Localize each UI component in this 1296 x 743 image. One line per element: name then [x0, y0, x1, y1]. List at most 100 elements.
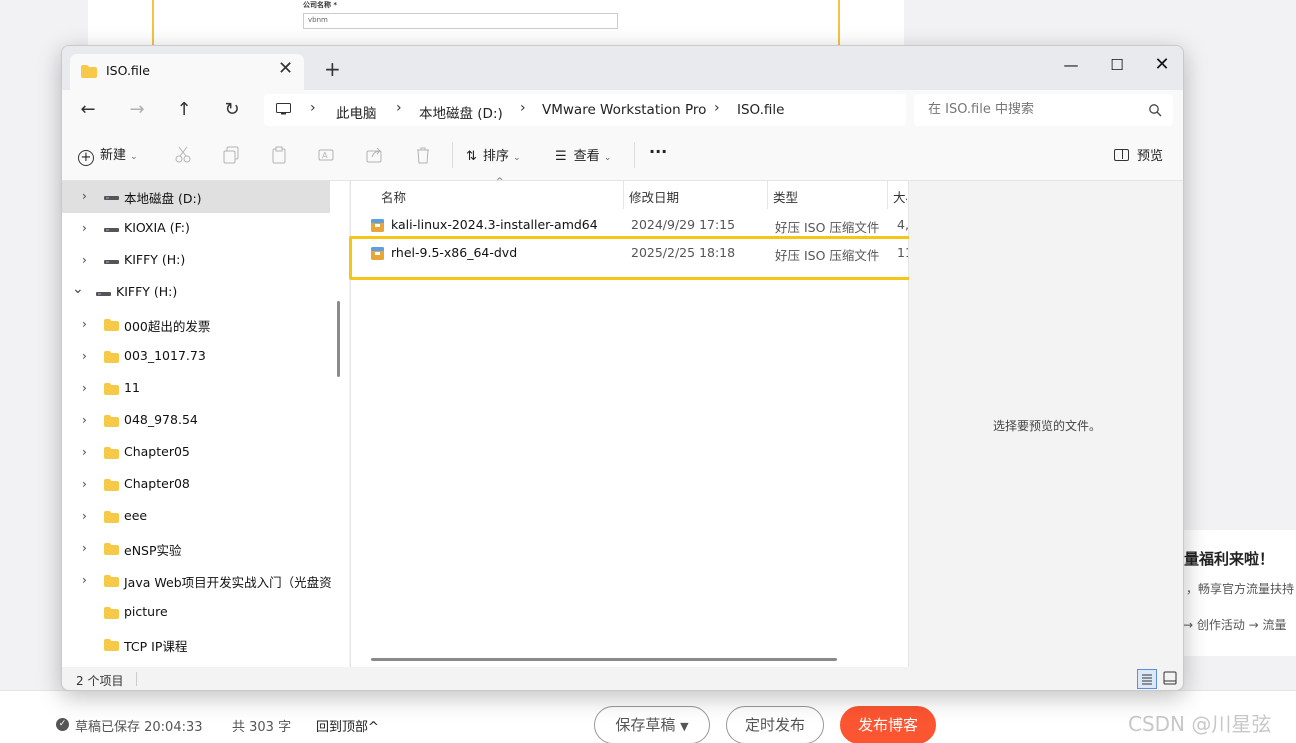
- back-to-top-link[interactable]: 回到顶部^: [316, 716, 379, 735]
- delete-icon[interactable]: [414, 146, 432, 164]
- chevron-right-icon[interactable]: ›: [82, 221, 87, 235]
- navigation-pane-scrollbar[interactable]: [332, 181, 348, 667]
- sort-button[interactable]: ⇅ 排序 ⌄: [466, 145, 521, 164]
- chevron-right-icon: ›: [396, 100, 402, 116]
- breadcrumb-vmware[interactable]: VMware Workstation Pro: [542, 102, 706, 118]
- plus-circle-icon: +: [78, 150, 94, 166]
- sort-indicator-icon: ^: [496, 177, 504, 187]
- search-input[interactable]: [928, 102, 1128, 117]
- tree-item[interactable]: ⌄ KIFFY (H:): [62, 277, 330, 309]
- address-bar[interactable]: › 此电脑 › 本地磁盘 (D:) › VMware Workstation P…: [264, 94, 906, 126]
- copy-icon[interactable]: [222, 146, 240, 164]
- tree-item-label: 本地磁盘 (D:): [124, 191, 202, 206]
- tree-item[interactable]: › 003_1017.73: [62, 341, 330, 373]
- up-arrow-icon[interactable]: ↑: [170, 96, 198, 124]
- chevron-right-icon[interactable]: ›: [82, 541, 87, 555]
- file-row[interactable]: rhel-9.5-x86_64-dvd 2025/2/25 18:18 好压 I…: [361, 240, 911, 268]
- save-draft-button[interactable]: 保存草稿 ▼: [594, 706, 710, 743]
- column-header-name[interactable]: 名称: [381, 187, 406, 206]
- svg-text:A: A: [322, 151, 328, 160]
- tree-item-label: Chapter05: [124, 444, 190, 459]
- tree-item[interactable]: › eNSP实验: [62, 533, 330, 565]
- folder-icon: [104, 319, 119, 331]
- chevron-right-icon[interactable]: ›: [82, 477, 87, 491]
- command-bar: + 新建 ⌄ A ⇅ 排序 ⌄ ☰ 查看 ⌄ ··· 预览: [62, 130, 1183, 181]
- view-button[interactable]: ☰ 查看 ⌄: [555, 145, 611, 164]
- iso-archive-icon: [371, 219, 384, 232]
- tiles-view-icon[interactable]: [1163, 671, 1177, 685]
- tree-item[interactable]: › 本地磁盘 (D:): [62, 181, 330, 213]
- search-icon: [1149, 104, 1162, 117]
- company-name-input[interactable]: vbnm: [303, 13, 618, 29]
- refresh-icon[interactable]: ↻: [218, 96, 246, 124]
- back-arrow-icon[interactable]: ←: [74, 96, 102, 124]
- tree-item-label: 048_978.54: [124, 412, 198, 427]
- publish-blog-button[interactable]: 发布博客: [840, 706, 936, 743]
- chevron-right-icon[interactable]: ›: [82, 317, 87, 331]
- tree-item[interactable]: › eee: [62, 501, 330, 533]
- chevron-right-icon[interactable]: ›: [82, 573, 87, 587]
- tree-item-label: KIFFY (H:): [124, 252, 186, 267]
- folder-icon: [104, 543, 119, 555]
- chevron-right-icon: ›: [520, 100, 526, 116]
- chevron-right-icon[interactable]: ›: [82, 349, 87, 363]
- preview-placeholder: 选择要预览的文件。: [993, 419, 1102, 433]
- schedule-publish-button[interactable]: 定时发布: [726, 706, 824, 743]
- file-list: ^ 名称 修改日期 类型 大小 kali-linux-2024.3-instal…: [350, 177, 911, 667]
- tree-item[interactable]: › Chapter08: [62, 469, 330, 501]
- preview-pane: 选择要预览的文件。: [909, 181, 1183, 667]
- column-header-size[interactable]: 大小: [893, 187, 907, 206]
- chevron-down-icon[interactable]: ⌄: [72, 281, 84, 297]
- tree-item[interactable]: TCP IP课程: [62, 629, 330, 661]
- chevron-right-icon[interactable]: ›: [82, 445, 87, 459]
- column-divider[interactable]: [623, 181, 624, 209]
- drive-icon: [104, 196, 119, 200]
- close-window-button[interactable]: ✕: [1139, 51, 1183, 81]
- tree-item[interactable]: › Chapter05: [62, 437, 330, 469]
- scrollbar-thumb[interactable]: [337, 301, 340, 377]
- folder-icon: [81, 65, 97, 78]
- chevron-right-icon[interactable]: ›: [82, 413, 87, 427]
- tree-item-label: 11: [124, 380, 140, 395]
- more-options-button[interactable]: ···: [649, 142, 667, 161]
- paste-icon[interactable]: [270, 146, 288, 164]
- promo-link[interactable]: → 创作活动 → 流量: [1183, 616, 1287, 633]
- new-tab-button[interactable]: +: [324, 57, 341, 81]
- minimize-button[interactable]: —: [1048, 51, 1094, 81]
- search-box[interactable]: [914, 94, 1173, 126]
- cut-icon[interactable]: [174, 146, 192, 164]
- close-tab-icon[interactable]: ✕: [278, 58, 293, 79]
- column-divider[interactable]: [767, 181, 768, 209]
- chevron-right-icon[interactable]: ›: [82, 253, 87, 267]
- forward-arrow-icon[interactable]: →: [123, 96, 151, 124]
- breadcrumb-this-pc[interactable]: 此电脑: [336, 102, 377, 122]
- maximize-button[interactable]: ☐: [1094, 51, 1140, 81]
- tree-item[interactable]: › KIFFY (H:): [62, 245, 330, 277]
- tree-item[interactable]: picture: [62, 597, 330, 629]
- rename-icon[interactable]: A: [318, 146, 336, 164]
- column-header-type[interactable]: 类型: [773, 187, 798, 206]
- iso-archive-icon: [371, 247, 384, 260]
- horizontal-scrollbar[interactable]: [371, 658, 837, 661]
- save-status: 草稿已保存 20:04:33: [75, 720, 203, 735]
- tree-item[interactable]: › 048_978.54: [62, 405, 330, 437]
- new-button[interactable]: + 新建 ⌄: [78, 144, 138, 166]
- chevron-right-icon[interactable]: ›: [82, 189, 87, 203]
- chevron-right-icon[interactable]: ›: [82, 509, 87, 523]
- chevron-right-icon[interactable]: ›: [82, 381, 87, 395]
- details-view-button[interactable]: [1137, 669, 1157, 689]
- preview-pane-icon: [1114, 149, 1129, 161]
- tree-item[interactable]: › Java Web项目开发实战入门（光盘资源: [62, 565, 344, 597]
- file-row[interactable]: kali-linux-2024.3-installer-amd64 2024/9…: [361, 212, 911, 240]
- tree-item[interactable]: › 11: [62, 373, 330, 405]
- column-header-modified[interactable]: 修改日期: [629, 187, 679, 206]
- tree-item[interactable]: › 000超出的发票: [62, 309, 330, 341]
- column-divider[interactable]: [887, 181, 888, 209]
- folder-icon: [104, 607, 119, 619]
- breadcrumb-local-disk-d[interactable]: 本地磁盘 (D:): [419, 102, 503, 122]
- share-icon[interactable]: [366, 146, 384, 164]
- preview-pane-button[interactable]: 预览: [1114, 145, 1163, 164]
- breadcrumb-iso-file[interactable]: ISO.file: [737, 102, 784, 118]
- tree-item[interactable]: › KIOXIA (F:): [62, 213, 330, 245]
- tab-iso-file[interactable]: ISO.file ✕: [70, 54, 304, 90]
